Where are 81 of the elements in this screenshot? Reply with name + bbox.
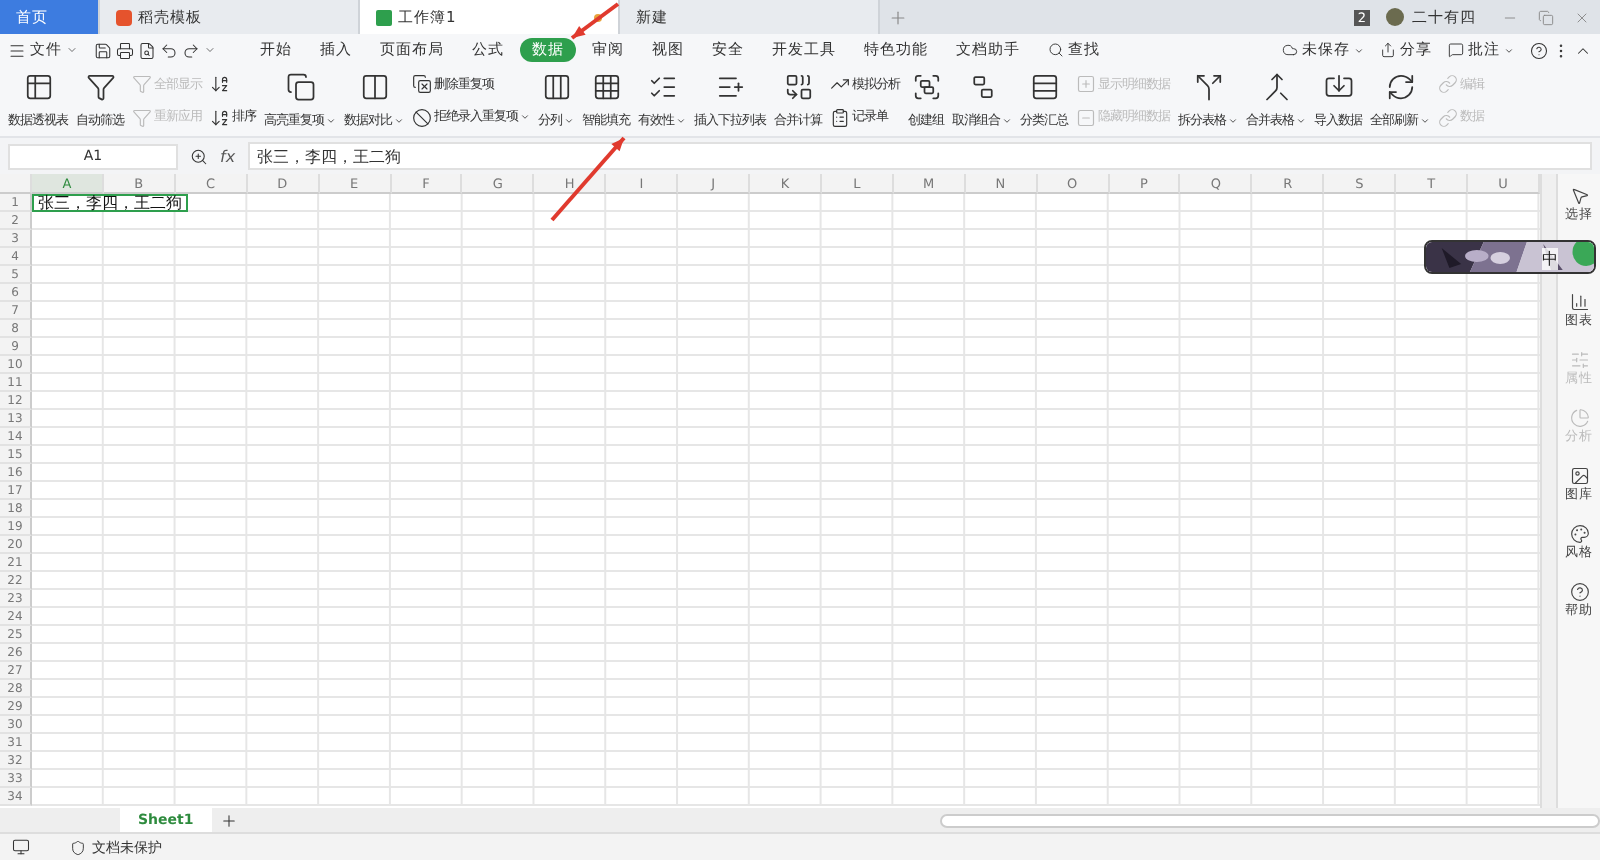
add-sheet-icon — [219, 811, 238, 829]
horizontal-scrollbar[interactable] — [940, 813, 1600, 827]
link-icon — [1438, 107, 1458, 128]
logo-icon — [116, 9, 132, 25]
avatar[interactable] — [1386, 8, 1404, 26]
sheet-icon — [376, 9, 392, 25]
cell-text[interactable]: 张三，李四，王二狗 — [32, 194, 188, 212]
caret-icon — [676, 116, 686, 126]
search-icon — [1048, 42, 1064, 58]
caret-icon — [1504, 45, 1514, 55]
image-icon — [1569, 466, 1589, 486]
sliders-icon — [1569, 350, 1589, 370]
merge-icon — [1261, 72, 1291, 102]
sort-icon — [210, 107, 230, 128]
copy-icon — [412, 74, 432, 95]
rows-icon — [1029, 72, 1059, 102]
caret-icon — [1296, 116, 1306, 126]
help-icon — [1530, 41, 1548, 59]
undo-icon — [160, 41, 178, 59]
redo-icon — [182, 41, 200, 59]
filter-icon — [85, 72, 115, 102]
copy-icon — [285, 72, 315, 102]
pointer-icon — [1569, 186, 1589, 206]
filter-icon — [132, 107, 152, 128]
plus-icon — [888, 7, 908, 27]
filter-icon — [132, 74, 152, 95]
bar-chart-icon — [1569, 292, 1589, 312]
preview-icon — [138, 41, 156, 59]
combine-icon — [783, 72, 813, 102]
group-icon — [911, 72, 941, 102]
cloud-icon — [1282, 42, 1298, 58]
caret-icon — [66, 44, 78, 56]
function-label[interactable]: fx — [220, 147, 236, 165]
ban-icon — [412, 107, 432, 128]
caret-icon — [564, 116, 574, 126]
list-icon — [715, 72, 745, 102]
caret-icon — [394, 116, 404, 126]
caret-icon — [1002, 116, 1012, 126]
restore-icon — [1538, 9, 1554, 25]
palette-icon — [1569, 524, 1589, 544]
columns-icon — [359, 72, 389, 102]
share-icon — [1380, 42, 1396, 58]
table-icon — [23, 72, 53, 102]
cell-grid[interactable]: 张三，李四，王二狗 — [32, 194, 1540, 806]
input-mode-label: 中 — [1542, 248, 1558, 270]
caret-icon — [326, 116, 336, 126]
annotation-arrow — [570, 2, 620, 40]
unsaved-dot — [594, 13, 602, 21]
shield-icon — [70, 839, 86, 855]
split-icon — [1193, 72, 1223, 102]
columns-icon — [541, 72, 571, 102]
caret-icon — [1354, 45, 1364, 55]
caret-icon — [1420, 116, 1430, 126]
printer-icon — [116, 41, 134, 59]
pie-chart-icon — [1569, 408, 1589, 428]
comment-icon — [1448, 42, 1464, 58]
caret-icon — [204, 44, 216, 56]
formula-field[interactable]: 张三，李四，王二狗 — [247, 142, 1592, 170]
clipboard-icon — [830, 107, 850, 128]
menu-icon — [8, 41, 26, 59]
minus-square-icon — [1076, 107, 1096, 128]
floating-widget[interactable]: 中 — [1424, 240, 1596, 274]
sort-icon — [210, 74, 230, 95]
monitor-icon — [12, 838, 30, 856]
annotation-arrow — [550, 136, 626, 222]
checklist-icon — [647, 72, 677, 102]
vertical-scrollbar[interactable] — [1540, 174, 1556, 808]
grid-icon — [591, 72, 621, 102]
ungroup-icon — [967, 72, 997, 102]
select-all-corner[interactable] — [0, 174, 32, 194]
help-icon — [1569, 582, 1589, 602]
zoom-icon — [190, 147, 208, 165]
caret-icon — [1228, 116, 1238, 126]
import-icon — [1323, 72, 1353, 102]
refresh-icon — [1385, 72, 1415, 102]
caret-icon — [520, 112, 530, 123]
save-icon — [94, 41, 112, 59]
close-icon — [1574, 9, 1590, 25]
chart-line-icon — [830, 74, 850, 95]
link-icon — [1438, 74, 1458, 95]
plus-square-icon — [1076, 74, 1096, 95]
